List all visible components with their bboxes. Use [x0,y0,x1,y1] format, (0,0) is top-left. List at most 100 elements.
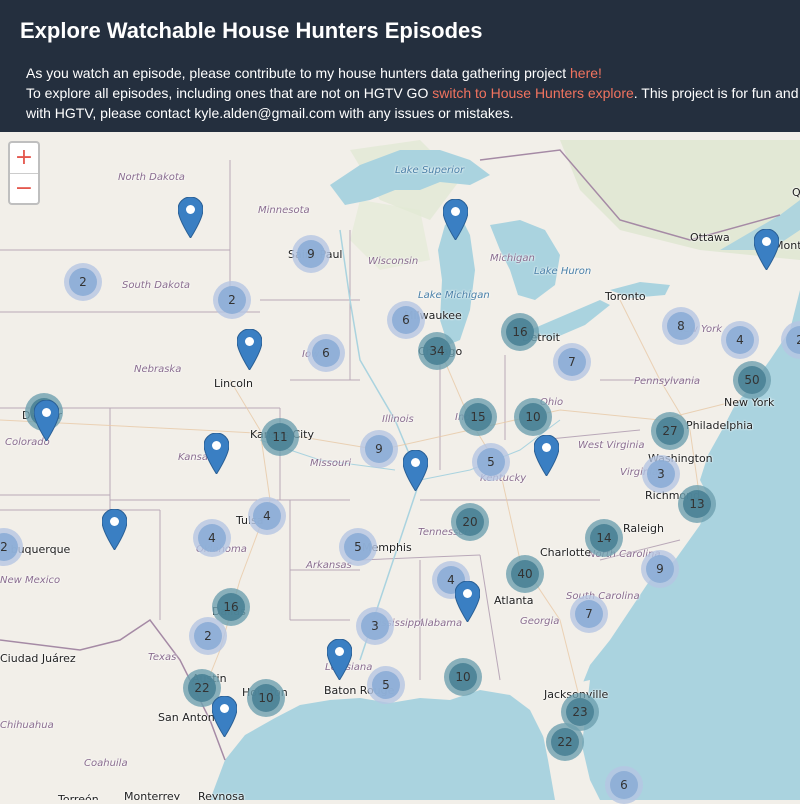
explore-link[interactable]: switch to House Hunters explore [432,85,634,101]
zoom-out-button[interactable]: − [10,174,38,204]
marker-cluster[interactable]: 7 [570,595,608,633]
marker-cluster-count: 10 [525,410,541,424]
marker-cluster[interactable]: 11 [261,418,299,456]
pin-colorado-icon[interactable] [33,400,59,441]
marker-cluster[interactable]: 4 [248,497,286,535]
marker-cluster-count: 6 [620,778,628,792]
marker-cluster-count: 6 [402,313,410,327]
marker-cluster-count: 10 [455,670,471,684]
place-label-nebraska: Nebraska [134,364,182,375]
header-line-3-text: with HGTV, please contact kyle.alden@gma… [26,105,514,121]
marker-cluster-count: 5 [354,540,362,554]
place-label-coahuila: Coahuila [84,758,128,769]
marker-cluster[interactable]: 4 [193,519,231,557]
marker-cluster[interactable]: 14 [585,519,623,557]
contribute-link[interactable]: here! [570,65,602,81]
pin-louisiana-icon[interactable] [326,639,352,680]
marker-cluster[interactable]: 10 [247,679,285,717]
marker-cluster[interactable]: 2 [64,263,102,301]
pin-kentucky-icon[interactable] [533,435,559,476]
marker-cluster-count: 20 [462,515,478,529]
pin-missouri-icon[interactable] [402,450,428,491]
zoom-in-button[interactable]: + [10,143,38,174]
marker-cluster-count: 5 [382,678,390,692]
marker-cluster-count: 9 [375,442,383,456]
marker-cluster-count: 2 [0,540,8,554]
marker-cluster[interactable]: 8 [662,307,700,345]
marker-cluster-count: 9 [656,562,664,576]
marker-cluster[interactable]: 2 [213,281,251,319]
marker-cluster[interactable]: 9 [292,235,330,273]
marker-cluster[interactable]: 15 [459,398,497,436]
marker-cluster-count: 23 [572,705,588,719]
pin-michigan-icon[interactable] [442,199,468,240]
marker-cluster[interactable]: 22 [546,723,584,761]
marker-cluster-count: 22 [557,735,573,749]
place-label-atlanta: Atlanta [494,594,534,607]
map-container[interactable]: Lake Superior North Dakota Minnesota South … [0,132,800,800]
pin-nebraska-icon[interactable] [236,329,262,370]
marker-cluster[interactable]: 7 [553,343,591,381]
pin-new-mexico-icon[interactable] [101,509,127,550]
place-label-missouri: Missouri [310,458,352,469]
marker-cluster[interactable]: 6 [605,766,643,804]
marker-cluster[interactable]: 6 [307,334,345,372]
marker-cluster-count: 4 [263,509,271,523]
marker-cluster[interactable]: 3 [642,455,680,493]
marker-cluster-count: 8 [677,319,685,333]
place-label-wisconsin: Wisconsin [368,256,419,267]
zoom-control: + − [8,141,40,205]
marker-cluster[interactable]: 2 [189,617,227,655]
place-label-illinois: Illinois [382,414,414,425]
marker-cluster[interactable]: 3 [356,607,394,645]
marker-cluster-count: 3 [657,467,665,481]
pin-quebec-icon[interactable] [753,229,779,270]
marker-cluster-count: 10 [258,691,274,705]
marker-cluster[interactable]: 5 [472,443,510,481]
marker-cluster[interactable]: 6 [387,301,425,339]
marker-cluster[interactable]: 27 [651,412,689,450]
marker-cluster-count: 27 [662,424,678,438]
marker-cluster[interactable]: 20 [451,503,489,541]
marker-cluster-count: 15 [470,410,486,424]
place-label-new-mexico: New Mexico [0,575,61,586]
marker-cluster-count: 2 [204,629,212,643]
marker-cluster[interactable]: 5 [339,528,377,566]
marker-cluster[interactable]: 50 [733,361,771,399]
pin-north-dakota-icon[interactable] [177,197,203,238]
place-label-torre-n: Torreón [58,793,99,800]
marker-cluster[interactable]: 34 [418,332,456,370]
place-label-reynosa: Reynosa [198,790,245,800]
place-label-south-dakota: South Dakota [122,280,191,291]
marker-cluster-count: 34 [429,344,445,358]
place-label-north-dakota: North Dakota [118,172,185,183]
header-line-3: with HGTV, please contact kyle.alden@gma… [26,104,514,122]
place-label-chihuahua: Chihuahua [0,720,54,731]
pin-kansas-icon[interactable] [203,433,229,474]
place-label-lake-superior: Lake Superior [395,165,465,176]
marker-cluster[interactable]: 9 [360,430,398,468]
marker-cluster[interactable]: 16 [501,313,539,351]
marker-cluster[interactable]: 40 [506,555,544,593]
marker-cluster-count: 16 [512,325,528,339]
marker-cluster[interactable]: 9 [641,550,679,588]
marker-cluster-count: 11 [272,430,288,444]
place-label-lake-michigan: Lake Michigan [418,290,490,301]
marker-cluster-count: 2 [79,275,87,289]
marker-cluster[interactable]: 4 [721,321,759,359]
header-line-1: As you watch an episode, please contribu… [26,64,602,82]
marker-cluster-count: 2 [228,293,236,307]
marker-cluster-count: 5 [487,455,495,469]
place-label-charlotte: Charlotte [540,546,592,559]
place-label-lincoln: Lincoln [214,377,253,390]
marker-cluster[interactable]: 10 [514,398,552,436]
marker-cluster[interactable]: 10 [444,658,482,696]
marker-cluster-count: 2 [796,333,800,347]
marker-cluster-count: 13 [689,497,705,511]
marker-cluster[interactable]: 5 [367,666,405,704]
pin-texas-icon[interactable] [211,696,237,737]
marker-cluster-count: 40 [517,567,533,581]
pin-alabama-icon[interactable] [454,581,480,622]
marker-cluster-count: 7 [585,607,593,621]
marker-cluster[interactable]: 13 [678,485,716,523]
